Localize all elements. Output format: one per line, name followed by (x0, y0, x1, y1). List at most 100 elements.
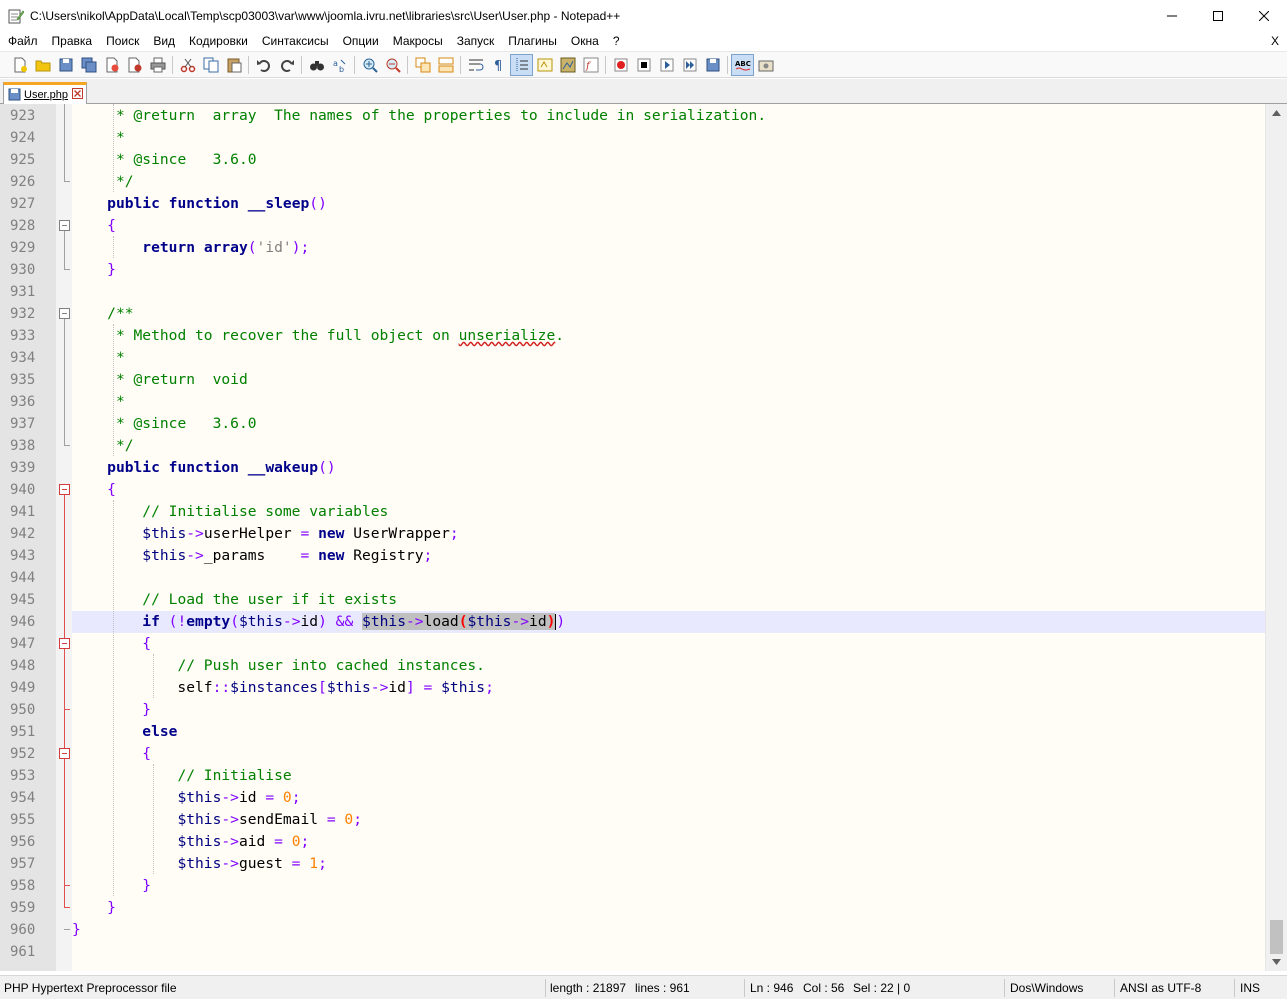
minimize-button[interactable] (1149, 0, 1195, 31)
menu-settings[interactable]: Опции (336, 31, 386, 51)
code-line[interactable]: 928 { (0, 215, 1265, 237)
code-text[interactable]: /** (72, 303, 133, 325)
doc-map-button[interactable] (556, 54, 579, 76)
close-window-button[interactable] (1241, 0, 1287, 31)
code-line[interactable]: 951 else (0, 721, 1265, 743)
code-line[interactable]: 934 * (0, 347, 1265, 369)
code-line[interactable]: 923 * @return array The names of the pro… (0, 105, 1265, 127)
code-text[interactable]: } (72, 919, 81, 941)
code-line[interactable]: 936 * (0, 391, 1265, 413)
maximize-button[interactable] (1195, 0, 1241, 31)
code-line[interactable]: 943 $this->_params = new Registry; (0, 545, 1265, 567)
paste-button[interactable] (222, 54, 245, 76)
menu-window[interactable]: Окна (564, 31, 606, 51)
code-text[interactable]: } (72, 875, 151, 897)
zoom-out-button[interactable] (381, 54, 404, 76)
find-button[interactable] (305, 54, 328, 76)
close-document-button[interactable]: X (1271, 31, 1279, 51)
code-line[interactable]: 931 (0, 281, 1265, 303)
undo-button[interactable] (252, 54, 275, 76)
redo-button[interactable] (275, 54, 298, 76)
code-line[interactable]: 956 $this->aid = 0; (0, 831, 1265, 853)
fold-toggle[interactable] (59, 638, 70, 649)
fold-toggle[interactable] (59, 308, 70, 319)
macro-play-button[interactable] (655, 54, 678, 76)
code-text[interactable]: $this->userHelper = new UserWrapper; (72, 523, 458, 545)
open-file-button[interactable] (31, 54, 54, 76)
code-line[interactable]: 929 return array('id'); (0, 237, 1265, 259)
show-all-chars-button[interactable]: ¶ (487, 54, 510, 76)
code-line[interactable]: 960} (0, 919, 1265, 941)
menu-run[interactable]: Запуск (450, 31, 502, 51)
sync-horizontal-button[interactable] (434, 54, 457, 76)
save-all-button[interactable] (77, 54, 100, 76)
code-line[interactable]: 945 // Load the user if it exists (0, 589, 1265, 611)
code-line[interactable]: 953 // Initialise (0, 765, 1265, 787)
status-encoding[interactable]: ANSI as UTF-8 (1116, 976, 1201, 999)
new-file-button[interactable] (8, 54, 31, 76)
menu-search[interactable]: Поиск (99, 31, 146, 51)
code-text[interactable]: $this->_params = new Registry; (72, 545, 432, 567)
sync-vertical-button[interactable] (411, 54, 434, 76)
code-text[interactable]: $this->sendEmail = 0; (72, 809, 362, 831)
code-text[interactable]: { (72, 215, 116, 237)
indent-guide-button[interactable] (510, 53, 533, 76)
code-text[interactable]: * @return array The names of the propert… (72, 105, 766, 127)
code-text[interactable]: else (72, 721, 177, 743)
code-text[interactable]: $this->id = 0; (72, 787, 300, 809)
code-line[interactable]: 933 * Method to recover the full object … (0, 325, 1265, 347)
code-line[interactable]: 942 $this->userHelper = new UserWrapper; (0, 523, 1265, 545)
code-text[interactable]: // Push user into cached instances. (72, 655, 485, 677)
tab-close-button[interactable] (72, 87, 84, 102)
code-text[interactable]: { (72, 633, 151, 655)
code-line[interactable]: 949 self::$instances[$this->id] = $this; (0, 677, 1265, 699)
menu-macro[interactable]: Макросы (386, 31, 450, 51)
macro-record-button[interactable] (609, 54, 632, 76)
notepadpp-app-icon[interactable] (8, 8, 25, 24)
fold-toggle[interactable] (59, 484, 70, 495)
code-text[interactable]: return array('id'); (72, 237, 309, 259)
vertical-scrollbar[interactable] (1265, 104, 1287, 971)
code-text[interactable]: * (72, 391, 125, 413)
code-line[interactable]: 957 $this->guest = 1; (0, 853, 1265, 875)
code-line[interactable]: 932 /** (0, 303, 1265, 325)
menu-edit[interactable]: Правка (45, 31, 100, 51)
code-line[interactable]: 961 (0, 941, 1265, 963)
code-text[interactable]: } (72, 699, 151, 721)
code-line[interactable]: 938 */ (0, 435, 1265, 457)
fold-toggle[interactable] (59, 220, 70, 231)
macro-stop-button[interactable] (632, 54, 655, 76)
status-insert-mode[interactable]: INS (1236, 976, 1260, 999)
code-line[interactable]: 952 { (0, 743, 1265, 765)
status-eol[interactable]: Dos\Windows (1006, 976, 1083, 999)
code-text[interactable]: * Method to recover the full object on u… (72, 325, 564, 347)
code-text[interactable]: if (!empty($this->id) && $this->load($th… (72, 611, 565, 633)
code-line[interactable]: 927 public function __sleep() (0, 193, 1265, 215)
code-line[interactable]: 959 } (0, 897, 1265, 919)
close-all-button[interactable] (123, 54, 146, 76)
code-text[interactable]: // Initialise some variables (72, 501, 388, 523)
cut-button[interactable] (176, 54, 199, 76)
code-text[interactable]: } (72, 897, 116, 919)
save-button[interactable] (54, 54, 77, 76)
fold-toggle[interactable] (59, 748, 70, 759)
code-line[interactable]: 948 // Push user into cached instances. (0, 655, 1265, 677)
code-line[interactable]: 941 // Initialise some variables (0, 501, 1265, 523)
code-line[interactable]: 944 (0, 567, 1265, 589)
code-text[interactable]: // Initialise (72, 765, 291, 787)
code-text[interactable]: public function __sleep() (72, 193, 327, 215)
code-line[interactable]: 947 { (0, 633, 1265, 655)
code-text[interactable]: * (72, 347, 125, 369)
code-text[interactable]: $this->aid = 0; (72, 831, 309, 853)
code-text[interactable]: { (72, 743, 151, 765)
code-line[interactable]: 940 { (0, 479, 1265, 501)
zoom-in-button[interactable] (358, 54, 381, 76)
code-text[interactable]: public function __wakeup() (72, 457, 335, 479)
menu-help[interactable]: ? (606, 31, 627, 51)
code-text[interactable]: * @since 3.6.0 (72, 149, 257, 171)
code-text[interactable]: self::$instances[$this->id] = $this; (72, 677, 493, 699)
code-text[interactable]: */ (72, 435, 134, 457)
code-line[interactable]: 939 public function __wakeup() (0, 457, 1265, 479)
spell-options-button[interactable] (754, 54, 777, 76)
code-text[interactable]: * @return void (72, 369, 248, 391)
